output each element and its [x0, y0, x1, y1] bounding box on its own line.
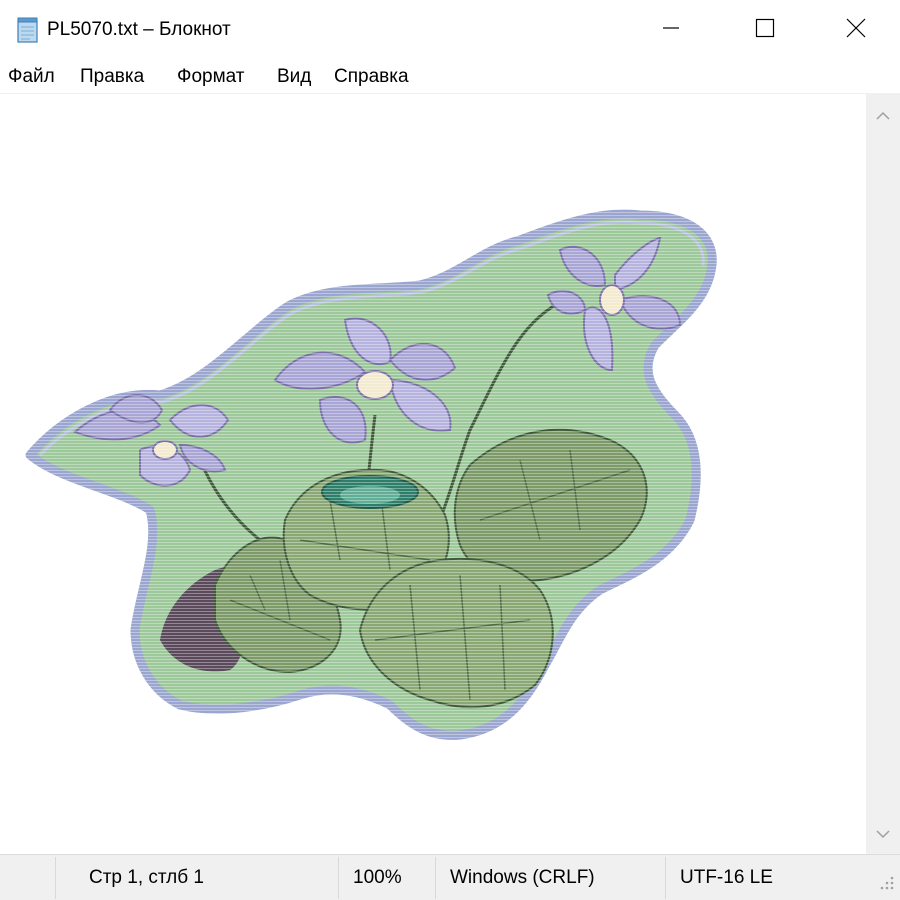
menu-file[interactable]: Файл: [8, 65, 55, 89]
status-encoding: UTF-16 LE: [680, 867, 773, 888]
menu-bar: Файл Правка Формат Вид Справка: [0, 60, 900, 94]
vertical-scrollbar[interactable]: [866, 94, 900, 854]
status-cursor-position: Стр 1, стлб 1: [89, 867, 204, 888]
status-bar: Стр 1, стлб 1 100% Windows (CRLF) UTF-16…: [0, 854, 900, 900]
status-divider: [55, 857, 56, 899]
window-title: PL5070.txt – Блокнот: [47, 19, 231, 40]
menu-view[interactable]: Вид: [277, 65, 311, 89]
notepad-icon: [16, 17, 40, 43]
minimize-icon: [661, 18, 681, 43]
chevron-up-icon: [875, 108, 891, 126]
menu-format[interactable]: Формат: [177, 65, 245, 89]
close-icon: [845, 17, 867, 44]
menu-edit[interactable]: Правка: [80, 65, 144, 89]
status-divider: [665, 857, 666, 899]
menu-help[interactable]: Справка: [334, 65, 409, 89]
chevron-down-icon: [875, 826, 891, 844]
resize-grip-icon[interactable]: [872, 868, 896, 892]
status-zoom: 100%: [353, 867, 402, 888]
scroll-down-button[interactable]: [866, 820, 900, 850]
maximize-icon: [755, 18, 775, 43]
status-divider: [435, 857, 436, 899]
scroll-up-button[interactable]: [866, 102, 900, 132]
status-line-endings: Windows (CRLF): [450, 867, 595, 888]
maximize-button[interactable]: [719, 0, 811, 60]
close-button[interactable]: [810, 0, 900, 60]
status-divider: [338, 857, 339, 899]
text-editor-area[interactable]: [0, 94, 866, 854]
violet-ascii-art: [0, 94, 866, 854]
minimize-button[interactable]: [625, 0, 717, 60]
title-bar[interactable]: PL5070.txt – Блокнот: [0, 0, 900, 60]
